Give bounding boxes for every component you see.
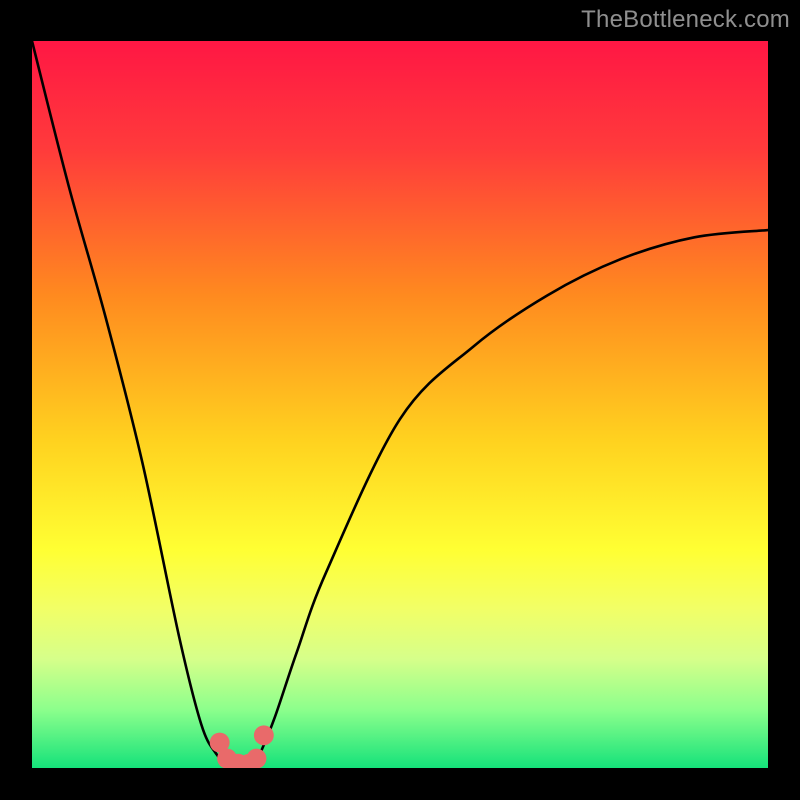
watermark-text: TheBottleneck.com bbox=[581, 6, 790, 34]
curve-marker bbox=[247, 749, 267, 768]
curve-marker bbox=[254, 725, 274, 745]
gradient-background bbox=[32, 41, 768, 768]
chart-frame: TheBottleneck.com bbox=[0, 0, 800, 800]
bottleneck-chart bbox=[32, 41, 768, 768]
